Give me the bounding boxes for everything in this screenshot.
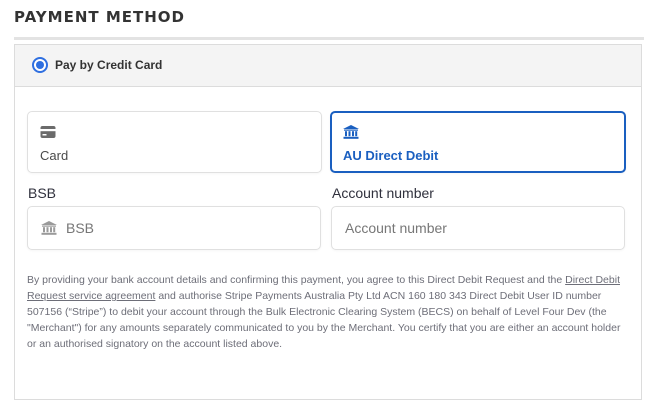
direct-debit-mandate-text: By providing your bank account details a… [27, 272, 631, 352]
bsb-input[interactable] [66, 207, 311, 249]
bank-icon [343, 125, 359, 139]
bsb-label: BSB [28, 185, 57, 201]
account-number-input[interactable] [345, 207, 615, 249]
payment-method-panel: Pay by Credit Card Card AU Direct Debit … [14, 44, 642, 400]
title-divider [14, 37, 644, 40]
radio-selected-dot [36, 61, 44, 69]
payment-option-label: Pay by Credit Card [55, 58, 163, 72]
mandate-text-intro: By providing your bank account details a… [27, 274, 566, 286]
tab-card[interactable]: Card [27, 111, 322, 173]
bank-icon [41, 221, 57, 235]
tab-au-direct-debit[interactable]: AU Direct Debit [330, 111, 626, 173]
tab-card-label: Card [40, 148, 69, 163]
credit-card-icon [40, 126, 56, 138]
account-number-field-container [331, 206, 625, 250]
payment-option-header[interactable]: Pay by Credit Card [15, 45, 641, 87]
pay-by-card-radio[interactable] [32, 57, 48, 73]
tab-au-direct-debit-label: AU Direct Debit [343, 148, 439, 163]
bsb-field-container [27, 206, 321, 250]
account-number-label: Account number [332, 185, 434, 201]
section-title: PAYMENT METHOD [14, 8, 185, 26]
